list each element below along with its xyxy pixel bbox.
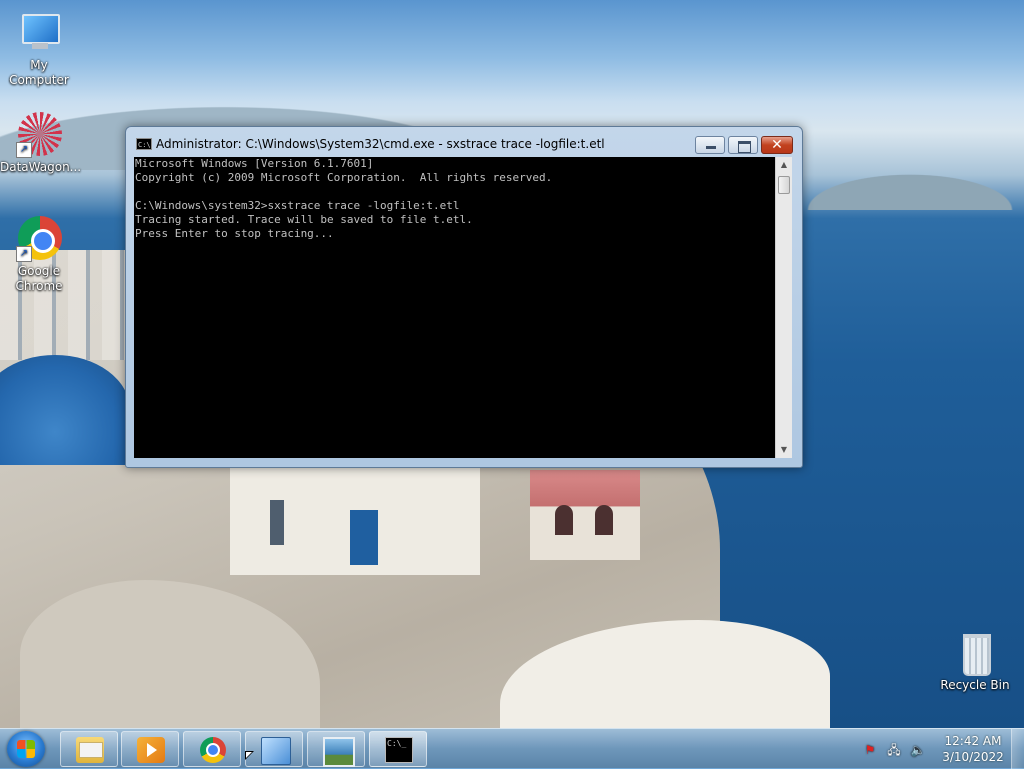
close-button[interactable]: ✕ [761, 136, 793, 154]
taskbar-button-control-panel[interactable] [245, 731, 303, 767]
taskbar-button-explorer[interactable] [60, 731, 118, 767]
maximize-button[interactable] [728, 136, 758, 154]
taskbar-button-cmd[interactable]: C:\_ [369, 731, 427, 767]
scroll-up-arrow-icon[interactable]: ▲ [776, 157, 792, 173]
media-player-icon [137, 737, 165, 763]
shortcut-arrow-icon: ↗ [16, 142, 32, 158]
chrome-icon [200, 737, 226, 763]
clock-date: 3/10/2022 [942, 750, 1004, 764]
wallpaper-arch [555, 505, 573, 535]
scroll-down-arrow-icon[interactable]: ▼ [776, 442, 792, 458]
desktop-icon-label: DataWagon... [0, 160, 82, 174]
picture-icon [323, 737, 355, 767]
maximize-icon [738, 141, 751, 153]
network-icon[interactable]: 🖧 [886, 742, 902, 758]
wallpaper-bell-tower [530, 470, 640, 560]
console-line [134, 185, 775, 199]
window-titlebar[interactable]: C:\ Administrator: C:\Windows\System32\c… [126, 127, 802, 157]
console-line: Tracing started. Trace will be saved to … [135, 213, 473, 226]
windows-start-icon-lower [17, 749, 35, 758]
scrollbar-thumb[interactable] [778, 176, 790, 194]
wallpaper-arch [595, 505, 613, 535]
chrome-icon: ↗ [16, 216, 62, 262]
console-line: Microsoft Windows [Version 6.1.7601] [135, 157, 374, 170]
system-tray: ⚑ 🖧 🔈 [862, 739, 934, 759]
cmd-icon[interactable]: C:\ [136, 138, 152, 150]
recycle-bin-icon [952, 630, 998, 676]
vertical-scrollbar[interactable]: ▲ ▼ [775, 157, 792, 458]
taskbar-button-pictures[interactable] [307, 731, 365, 767]
desktop-icon-recycle-bin[interactable]: Recycle Bin [936, 630, 1014, 693]
wallpaper-window [270, 500, 284, 545]
desktop-icon-datawagon[interactable]: ↗ DataWagon... [0, 112, 82, 175]
console-output[interactable]: Microsoft Windows [Version 6.1.7601] Cop… [134, 157, 775, 458]
control-panel-icon [261, 737, 291, 765]
close-icon: ✕ [771, 137, 783, 153]
taskbar-button-media-player[interactable] [121, 731, 179, 767]
wallpaper-door [350, 510, 378, 565]
window-title: Administrator: C:\Windows\System32\cmd.e… [156, 137, 605, 151]
mouse-cursor-icon [245, 751, 254, 760]
minimize-icon [706, 146, 716, 149]
shortcut-arrow-icon: ↗ [16, 246, 32, 262]
computer-icon [16, 10, 62, 56]
start-button[interactable] [7, 731, 45, 767]
minimize-button[interactable] [695, 136, 725, 154]
clock-time: 12:42 AM [944, 734, 1002, 748]
desktop-icon-label: Recycle Bin [940, 678, 1010, 692]
wallpaper-island [780, 165, 1024, 210]
cmd-window[interactable]: C:\ Administrator: C:\Windows\System32\c… [125, 126, 803, 468]
show-desktop-button[interactable] [1011, 729, 1024, 769]
taskbar-clock[interactable]: 12:42 AM 3/10/2022 [938, 733, 1008, 765]
desktop-icon-label: My Computer [9, 58, 69, 87]
console-line: Press Enter to stop tracing... [135, 227, 334, 240]
action-center-flag-icon[interactable]: ⚑ [862, 742, 878, 758]
desktop-icon-google-chrome[interactable]: ↗ Google Chrome [0, 216, 78, 294]
desktop-icon-my-computer[interactable]: My Computer [0, 10, 78, 88]
datawagon-icon: ↗ [16, 112, 62, 158]
desktop-icon-label: Google Chrome [15, 264, 63, 293]
wallpaper-house [230, 465, 480, 575]
taskbar-button-chrome[interactable] [183, 731, 241, 767]
taskbar: C:\_ ⚑ 🖧 🔈 12:42 AM 3/10/2022 [0, 728, 1024, 769]
cmd-icon: C:\_ [385, 737, 413, 763]
console-line: Copyright (c) 2009 Microsoft Corporation… [135, 171, 553, 184]
folder-icon [76, 737, 104, 763]
console-line: C:\Windows\system32>sxstrace trace -logf… [135, 199, 460, 212]
volume-icon[interactable]: 🔈 [910, 742, 926, 758]
